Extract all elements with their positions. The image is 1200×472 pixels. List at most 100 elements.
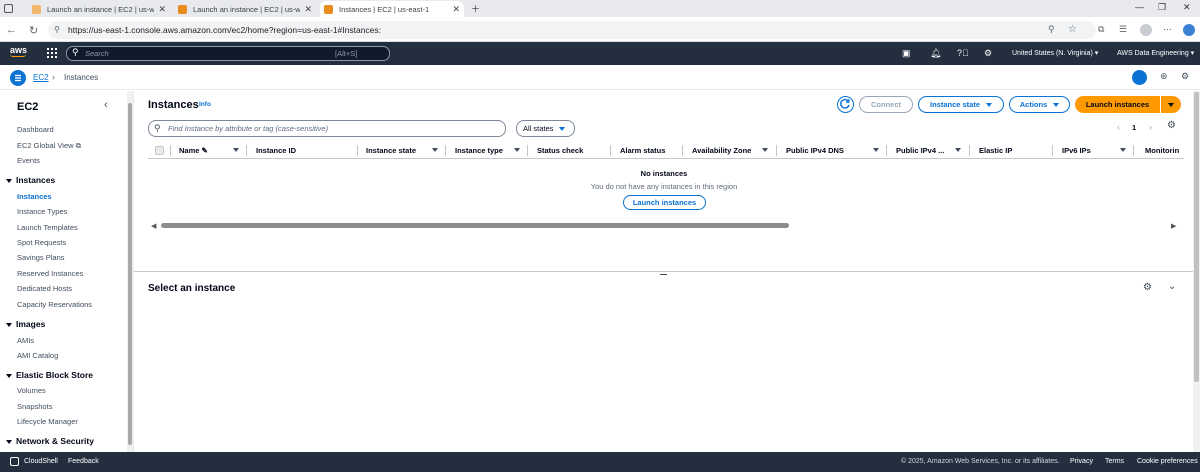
browser-tab-2[interactable]: Launch an instance | EC2 | us-wes ✕: [174, 1, 316, 17]
terms-link[interactable]: Terms: [1105, 458, 1124, 465]
cookie-preferences-link[interactable]: Cookie preferences: [1137, 458, 1198, 465]
aws-logo[interactable]: aws: [10, 45, 27, 57]
privacy-link[interactable]: Privacy: [1070, 458, 1093, 465]
help-icon[interactable]: ?⃝: [957, 48, 969, 58]
region-selector[interactable]: United States (N. Virginia) ▾: [1012, 49, 1098, 57]
chevron-right-icon[interactable]: ›: [1149, 122, 1152, 132]
launch-dropdown-button[interactable]: [1161, 96, 1181, 113]
site-info-icon[interactable]: ⚲: [54, 25, 60, 34]
sort-caret-icon[interactable]: [873, 148, 879, 152]
actions-button[interactable]: Actions: [1009, 96, 1070, 113]
breadcrumb-ec2-link[interactable]: EC2: [33, 73, 49, 82]
cloudshell-icon[interactable]: [10, 457, 19, 466]
services-grid-icon[interactable]: [47, 48, 57, 58]
back-icon[interactable]: ←: [6, 24, 17, 36]
sidebar-section-instances[interactable]: Instances: [6, 175, 55, 185]
sidebar-item-ami-catalog[interactable]: AMI Catalog: [17, 351, 58, 360]
tools-icon[interactable]: ⚙: [1181, 71, 1189, 82]
sort-caret-icon[interactable]: [514, 148, 520, 152]
sidebar-item-instance-types[interactable]: Instance Types: [17, 207, 67, 216]
sidebar-item-snapshots[interactable]: Snapshots: [17, 402, 52, 411]
close-icon[interactable]: ✕: [158, 4, 166, 15]
state-filter-select[interactable]: All states: [516, 120, 575, 137]
sidebar-item-spot-requests[interactable]: Spot Requests: [17, 238, 66, 247]
empty-launch-instances-button[interactable]: Launch instances: [623, 195, 706, 210]
notifications-panel-icon[interactable]: ⊛: [1160, 71, 1168, 82]
sort-caret-icon[interactable]: [432, 148, 438, 152]
column-header-instance-type[interactable]: Instance type: [455, 146, 503, 155]
sidebar-section-ebs[interactable]: Elastic Block Store: [6, 370, 93, 380]
close-icon[interactable]: ✕: [304, 4, 312, 15]
copilot-icon[interactable]: [1183, 24, 1195, 36]
sidebar-item-events[interactable]: Events: [17, 156, 40, 165]
sidebar-item-volumes[interactable]: Volumes: [17, 386, 46, 395]
scroll-right-icon[interactable]: ▶: [1171, 222, 1176, 230]
resize-handle-icon[interactable]: [660, 274, 667, 275]
instance-state-button[interactable]: Instance state: [918, 96, 1004, 113]
sidebar-section-network[interactable]: Network & Security: [6, 436, 94, 446]
notifications-icon[interactable]: 🔔︎: [930, 48, 941, 59]
scroll-left-icon[interactable]: ◀: [151, 222, 156, 230]
zoom-icon[interactable]: ⚲: [1048, 24, 1055, 35]
page-number[interactable]: 1: [1132, 123, 1136, 132]
sidebar-item-instances[interactable]: Instances: [17, 192, 52, 201]
cloudshell-link[interactable]: CloudShell: [24, 458, 58, 465]
chevron-left-icon[interactable]: ‹: [104, 99, 108, 111]
favorites-icon[interactable]: ☰: [1119, 24, 1127, 35]
launch-instances-button[interactable]: Launch instances: [1075, 96, 1160, 113]
table-preferences-gear-icon[interactable]: ⚙: [1167, 120, 1176, 131]
new-tab-icon[interactable]: ＋: [471, 2, 480, 15]
column-header-public-ipv4[interactable]: Public IPv4 ...: [896, 146, 944, 155]
sidebar-item-capacity-reservations[interactable]: Capacity Reservations: [17, 300, 92, 309]
connect-button[interactable]: Connect: [859, 96, 913, 113]
column-header-alarm-status[interactable]: Alarm status: [620, 146, 665, 155]
sort-caret-icon[interactable]: [762, 148, 768, 152]
side-nav-toggle-button[interactable]: [10, 70, 26, 86]
sidebar-item-dedicated-hosts[interactable]: Dedicated Hosts: [17, 284, 72, 293]
sidebar-item-savings-plans[interactable]: Savings Plans: [17, 253, 65, 262]
column-header-instance-state[interactable]: Instance state: [366, 146, 416, 155]
column-header-instance-id[interactable]: Instance ID: [256, 146, 296, 155]
minimize-icon[interactable]: —: [1135, 2, 1144, 12]
sidebar-scrollbar-thumb[interactable]: [128, 103, 132, 445]
chevron-down-icon[interactable]: ⌄: [1168, 281, 1176, 292]
column-header-status-check[interactable]: Status check: [537, 146, 583, 155]
browser-tab-1[interactable]: Launch an instance | EC2 | us-wes ✕: [28, 1, 170, 17]
horizontal-scrollbar-thumb[interactable]: [161, 223, 789, 228]
refresh-button[interactable]: [837, 96, 854, 113]
sort-caret-icon[interactable]: [955, 148, 961, 152]
info-link[interactable]: Info: [199, 101, 211, 108]
cloudshell-icon[interactable]: ▣: [902, 48, 911, 59]
column-header-elastic-ip[interactable]: Elastic IP: [979, 146, 1012, 155]
settings-gear-icon[interactable]: ⚙: [984, 48, 992, 59]
reload-icon[interactable]: ↻: [29, 24, 38, 37]
sidebar-item-dashboard[interactable]: Dashboard: [17, 125, 54, 134]
sidebar-item-reserved-instances[interactable]: Reserved Instances: [17, 269, 83, 278]
main-scrollbar-thumb[interactable]: [1194, 92, 1199, 382]
bookmark-star-icon[interactable]: ☆: [1068, 24, 1077, 35]
select-all-checkbox[interactable]: [155, 146, 164, 155]
column-header-monitoring[interactable]: Monitorin: [1145, 146, 1182, 155]
feedback-link[interactable]: Feedback: [68, 458, 99, 465]
sidebar-item-global-view[interactable]: EC2 Global View ⧉: [17, 141, 81, 151]
extensions-icon[interactable]: ⧉: [1098, 24, 1104, 35]
window-close-icon[interactable]: ✕: [1183, 2, 1191, 13]
sort-caret-icon[interactable]: [1120, 148, 1126, 152]
close-icon[interactable]: ✕: [452, 4, 460, 15]
column-header-ipv6[interactable]: IPv6 IPs: [1062, 146, 1091, 155]
column-header-availability-zone[interactable]: Availability Zone: [692, 146, 751, 155]
maximize-icon[interactable]: ❐: [1158, 2, 1166, 13]
chevron-left-icon[interactable]: ‹: [1117, 122, 1120, 132]
split-panel-toggle-icon[interactable]: [1132, 70, 1147, 85]
column-header-name[interactable]: Name ✎: [179, 146, 208, 155]
sidebar-item-lifecycle-manager[interactable]: Lifecycle Manager: [17, 417, 78, 426]
sidebar-item-amis[interactable]: AMIs: [17, 336, 34, 345]
column-header-public-dns[interactable]: Public IPv4 DNS: [786, 146, 844, 155]
browser-tab-3[interactable]: Instances | EC2 | us-east-1 ✕: [320, 1, 464, 17]
more-icon[interactable]: ⋯: [1163, 24, 1172, 35]
tab-actions-icon[interactable]: [4, 4, 13, 13]
profile-avatar[interactable]: [1140, 24, 1152, 36]
sidebar-section-images[interactable]: Images: [6, 319, 45, 329]
sort-caret-icon[interactable]: [233, 148, 239, 152]
sidebar-item-launch-templates[interactable]: Launch Templates: [17, 223, 78, 232]
